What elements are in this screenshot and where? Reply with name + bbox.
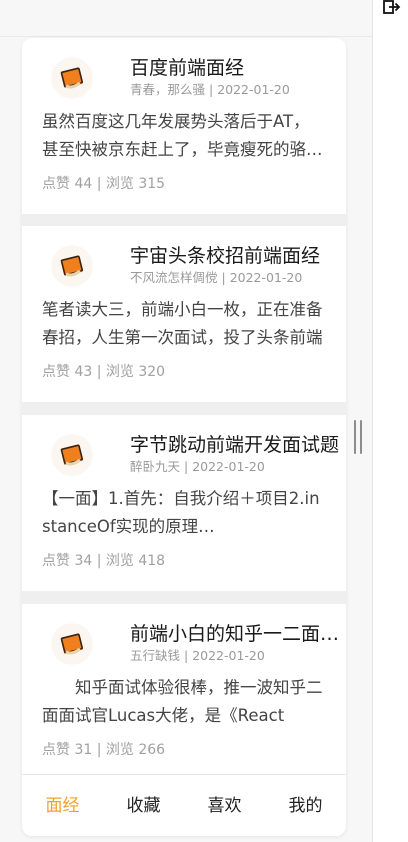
divider: [0, 36, 372, 37]
grip-line: [360, 420, 362, 454]
exit-icon: [383, 0, 401, 14]
article-title[interactable]: 字节跳动前端开发面试题: [130, 433, 346, 457]
article-card[interactable]: 前端小白的知乎一二面面经 五行缺钱 | 2022-01-20 知乎面试体验很棒，…: [22, 604, 346, 774]
card-header: 前端小白的知乎一二面面经 五行缺钱 | 2022-01-20: [42, 618, 346, 678]
bottom-tab-bar: 面经 收藏 喜欢 我的: [22, 774, 346, 836]
article-card[interactable]: 宇宙头条校招前端面经 不风流怎样倜傥 | 2022-01-20 笔者读大三，前端…: [22, 226, 346, 402]
article-meta: 五行缺钱 | 2022-01-20: [130, 648, 265, 663]
likes-label: 点赞: [42, 742, 70, 758]
article-author: 五行缺钱: [130, 648, 181, 663]
article-meta: 醉卧九天 | 2022-01-20: [130, 459, 265, 474]
scroll-grip-icon[interactable]: [354, 420, 362, 454]
article-stats: 点赞 43 | 浏览 320: [42, 364, 166, 380]
likes-count: 34: [74, 553, 93, 569]
views-label: 浏览: [105, 553, 134, 569]
likes-label: 点赞: [42, 364, 70, 380]
likes-label: 点赞: [42, 553, 70, 569]
orange-book-icon: [52, 246, 92, 286]
article-card[interactable]: 字节跳动前端开发面试题 醉卧九天 | 2022-01-20 【一面】1.首先：自…: [22, 415, 346, 591]
phone-frame: 百度前端面经 青春，那么骚 | 2022-01-20 虽然百度这几年发展势头落后…: [22, 38, 346, 836]
article-feed[interactable]: 百度前端面经 青春，那么骚 | 2022-01-20 虽然百度这几年发展势头落后…: [22, 38, 346, 774]
card-header: 字节跳动前端开发面试题 醉卧九天 | 2022-01-20: [42, 429, 339, 489]
article-date: 2022-01-20: [192, 648, 265, 663]
side-panel: [372, 0, 408, 842]
article-stats: 点赞 31 | 浏览 266: [42, 742, 166, 758]
views-count: 266: [138, 742, 166, 758]
orange-book-icon: [52, 435, 92, 475]
article-author: 不风流怎样倜傥: [130, 270, 218, 285]
orange-book-icon: [52, 624, 92, 664]
views-label: 浏览: [105, 176, 134, 192]
views-label: 浏览: [105, 364, 134, 380]
article-title[interactable]: 前端小白的知乎一二面面经: [130, 622, 346, 646]
article-excerpt: 知乎面试体验很棒，推一波知乎二面面试官Lucas大佬，是《React: [42, 678, 323, 725]
tab-mianjing[interactable]: 面经: [22, 775, 103, 837]
card-header: 百度前端面经 青春，那么骚 | 2022-01-20: [42, 52, 326, 112]
article-stats: 点赞 34 | 浏览 418: [42, 553, 166, 569]
article-author: 醉卧九天: [130, 459, 181, 474]
article-meta: 青春，那么骚 | 2022-01-20: [130, 82, 290, 97]
article-excerpt: 【一面】1.首先：自我介绍＋项目2.instanceOf实现的原理…: [42, 489, 320, 536]
views-count: 315: [138, 176, 166, 192]
article-title[interactable]: 百度前端面经: [130, 56, 346, 80]
likes-count: 44: [74, 176, 93, 192]
likes-count: 31: [74, 742, 93, 758]
article-date: 2022-01-20: [192, 459, 265, 474]
article-author: 青春，那么骚: [130, 82, 206, 97]
article-card[interactable]: 百度前端面经 青春，那么骚 | 2022-01-20 虽然百度这几年发展势头落后…: [22, 38, 346, 214]
orange-book-icon: [52, 58, 92, 98]
views-count: 320: [138, 364, 166, 380]
tab-mine[interactable]: 我的: [265, 775, 346, 837]
likes-label: 点赞: [42, 176, 70, 192]
article-excerpt: 笔者读大三，前端小白一枚，正在准备春招，人生第一次面试，投了头条前端: [42, 300, 323, 347]
screen: 百度前端面经 青春，那么骚 | 2022-01-20 虽然百度这几年发展势头落后…: [0, 0, 408, 842]
card-header: 宇宙头条校招前端面经 不风流怎样倜傥 | 2022-01-20: [42, 240, 326, 300]
views-label: 浏览: [105, 742, 134, 758]
exit-button[interactable]: [381, 0, 403, 14]
likes-count: 43: [74, 364, 93, 380]
article-date: 2022-01-20: [229, 270, 303, 285]
tab-likes[interactable]: 喜欢: [184, 775, 265, 837]
article-meta: 不风流怎样倜傥 | 2022-01-20: [130, 270, 303, 285]
tab-favorites[interactable]: 收藏: [103, 775, 184, 837]
article-stats: 点赞 44 | 浏览 315: [42, 176, 166, 192]
article-date: 2022-01-20: [217, 82, 290, 97]
grip-line: [354, 420, 356, 454]
views-count: 418: [138, 553, 166, 569]
article-title[interactable]: 宇宙头条校招前端面经: [130, 244, 346, 268]
article-excerpt: 虽然百度这几年发展势头落后于AT，甚至快被京东赶上了，毕竟瘦死的骆驼比马大: [42, 112, 323, 159]
